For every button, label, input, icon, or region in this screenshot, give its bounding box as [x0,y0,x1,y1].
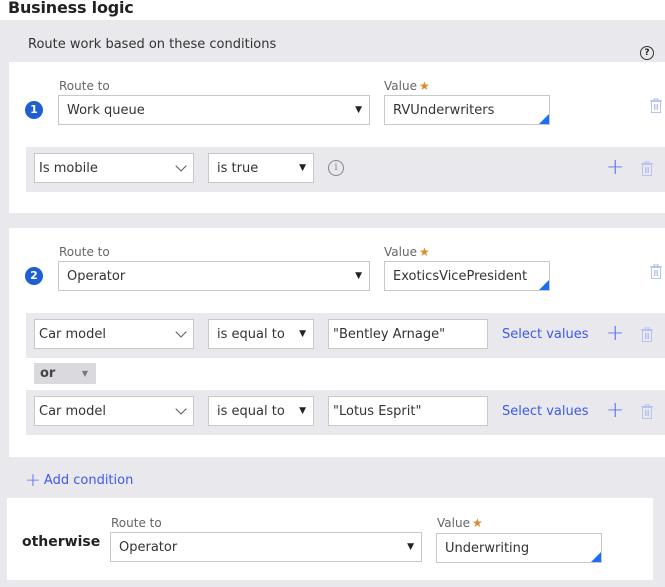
add-condition-plus-icon[interactable]: + [606,400,624,422]
value-label-text: Value [384,79,417,93]
caret-down-icon: ▼ [355,105,362,115]
autocomplete-corner-icon [539,280,549,290]
required-star-icon: ★ [471,516,483,530]
route-to-value: Operator [67,268,126,284]
value-text: RVUnderwriters [393,102,495,118]
value-label-text: Value [437,516,470,530]
condition-field-value: Car model [39,403,106,419]
required-star-icon: ★ [418,245,430,259]
add-condition-plus-icon[interactable]: + [606,157,624,179]
info-icon[interactable]: i [328,160,344,176]
help-icon[interactable]: ? [640,46,654,60]
delete-condition-icon[interactable] [641,404,653,419]
condition-field-select[interactable]: Car model [34,396,194,426]
select-values-link[interactable]: Select values [502,327,589,342]
value-label: Value ★ [384,79,430,93]
condition-value-input[interactable]: "Lotus Esprit" [328,396,488,426]
delete-condition-icon[interactable] [641,327,653,342]
condition-operator-value: is true [217,160,259,176]
caret-down-icon: ▼ [355,271,362,281]
route-to-value: Operator [119,539,178,555]
condition-operator-value: is equal to [217,326,285,342]
route-to-label: Route to [59,79,110,93]
otherwise-route-to-select[interactable]: Operator ▼ [110,532,422,562]
logic-joiner-value: or [40,366,56,381]
value-label: Value ★ [384,245,430,259]
chevron-down-icon [175,403,187,415]
chevron-down-icon [175,326,187,338]
condition-value-text: "Lotus Esprit" [333,403,422,419]
value-label-text: Value [384,245,417,259]
condition-field-value: Is mobile [39,160,98,176]
chevron-down-icon [175,160,187,172]
required-star-icon: ★ [418,79,430,93]
value-text: Underwriting [445,540,530,556]
value-label: Value ★ [437,516,483,530]
route-to-label: Route to [111,516,162,530]
delete-route-icon[interactable] [650,98,662,113]
caret-down-icon: ▼ [81,369,88,378]
add-condition-label: Add condition [43,472,134,488]
add-condition-button[interactable]: + Add condition [25,470,133,490]
add-condition-plus-icon[interactable]: + [606,323,624,345]
condition-operator-select[interactable]: is equal to ▼ [208,319,314,349]
autocomplete-corner-icon [591,552,601,562]
condition-operator-select[interactable]: is equal to ▼ [208,396,314,426]
section-title: Business logic [8,0,134,17]
conditions-subtitle: Route work based on these conditions [28,37,277,52]
value-input[interactable]: ExoticsVicePresident [384,261,550,291]
value-text: ExoticsVicePresident [393,268,528,284]
condition-value-text: "Bentley Arnage" [333,326,446,342]
condition-field-select[interactable]: Car model [34,319,194,349]
route-to-label: Route to [59,245,110,259]
condition-operator-select[interactable]: is true ▼ [208,153,314,183]
delete-route-icon[interactable] [650,264,662,279]
plus-icon: + [25,469,41,491]
condition-field-select[interactable]: Is mobile [34,153,194,183]
caret-down-icon: ▼ [299,406,306,416]
condition-operator-value: is equal to [217,403,285,419]
logic-joiner-select[interactable]: or ▼ [34,363,96,384]
otherwise-label: otherwise [22,534,101,550]
condition-value-input[interactable]: "Bentley Arnage" [328,319,488,349]
caret-down-icon: ▼ [299,163,306,173]
condition-field-value: Car model [39,326,106,342]
caret-down-icon: ▼ [407,542,414,552]
delete-condition-icon[interactable] [641,161,653,176]
otherwise-value-input[interactable]: Underwriting [436,533,602,563]
route-number-badge: 2 [25,267,43,285]
caret-down-icon: ▼ [299,329,306,339]
route-to-select[interactable]: Operator ▼ [58,261,370,291]
route-to-value: Work queue [67,102,145,118]
value-input[interactable]: RVUnderwriters [384,95,550,125]
route-number-badge: 1 [25,101,43,119]
select-values-link[interactable]: Select values [502,404,589,419]
route-to-select[interactable]: Work queue ▼ [58,95,370,125]
autocomplete-corner-icon [539,114,549,124]
